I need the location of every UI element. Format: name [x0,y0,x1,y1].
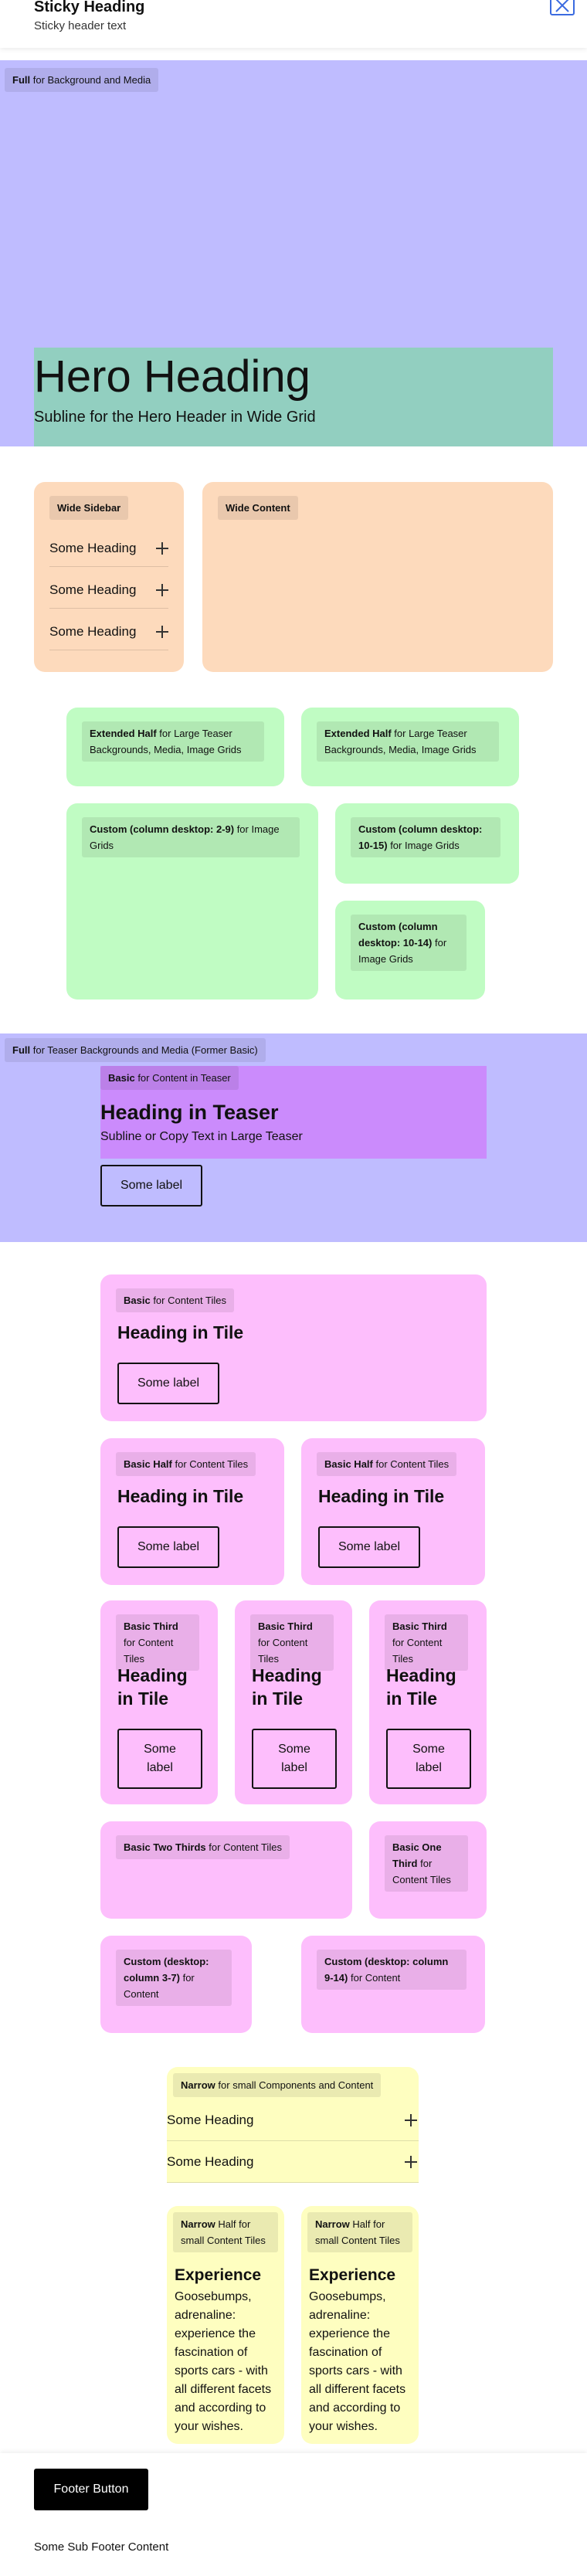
basic-two-thirds-tile: Basic Two Thirds for Content Tiles [100,1821,352,1919]
tile-button[interactable]: Some label [318,1526,420,1568]
teaser-subline: Subline or Copy Text in Large Teaser [100,1130,303,1143]
tile-heading: Heading in Tile [386,1665,456,1709]
tile-heading: Heading in Tile [117,1486,244,1506]
tile-button[interactable]: Some label [117,1363,219,1404]
basic-third-tag: Basic Third for Content Tiles [385,1614,468,1671]
plus-icon [405,2155,417,2168]
close-button[interactable] [550,0,575,15]
narrow-half-tag: Narrow Half for small Content Tiles [307,2212,412,2252]
wide-content: Wide Content [202,482,553,672]
custom-column-10-14: Custom (column desktop: 10-14) for Image… [335,901,485,1000]
custom-10-14-tag: Custom (column desktop: 10-14) for Image… [351,915,467,971]
hero-text-block: Hero Heading Subline for the Hero Header… [34,348,553,446]
basic-third-tile: Basic Third for Content Tiles Heading in… [100,1600,218,1804]
basic-tile-tag: Basic for Content Tiles [116,1288,234,1312]
sidebar-accordion-item[interactable]: Some Heading [49,530,168,567]
basic-third-tile: Basic Third for Content Tiles Heading in… [235,1600,352,1804]
sidebar-accordion-item[interactable]: Some Heading [49,572,168,609]
tile-button[interactable]: Some label [117,1729,202,1789]
wide-sidebar: Wide Sidebar Some Heading Some Heading S… [34,482,184,672]
basic-teaser-tag: Basic for Content in Teaser [100,1066,239,1090]
extended-half-left: Extended Half for Large Teaser Backgroun… [66,708,284,786]
experience-text: Goosebumps, adrenaline: experience the f… [175,2290,272,2433]
tile-button[interactable]: Some label [117,1526,219,1568]
teaser-full-tag: Full for Teaser Backgrounds and Media (F… [5,1038,266,1062]
tile-button[interactable]: Some label [252,1729,337,1789]
teaser-section: Full for Teaser Backgrounds and Media (F… [0,1033,587,1242]
custom-2-9-tag: Custom (column desktop: 2-9) for Image G… [82,817,300,857]
experience-heading: Experience [175,2266,262,2284]
narrow-accordion-item[interactable]: Some Heading [167,2099,419,2141]
header-subtitle: Sticky header text [34,19,127,32]
accordion-heading: Some Heading [49,582,137,597]
hero-section: Full for Background and Media Hero Headi… [0,60,587,446]
teaser-button[interactable]: Some label [100,1165,202,1207]
basic-half-tag: Basic Half for Content Tiles [317,1452,457,1476]
accordion-heading: Some Heading [167,2112,254,2127]
basic-half-tile-right: Basic Half for Content Tiles Heading in … [301,1438,485,1585]
tile-heading: Heading in Tile [117,1322,244,1342]
custom-10-15-tag: Custom (column desktop: 10-15) for Image… [351,817,500,857]
basic-half-tile-left: Basic Half for Content Tiles Heading in … [100,1438,284,1585]
basic-two-thirds-tag: Basic Two Thirds for Content Tiles [116,1835,290,1859]
plus-icon [156,583,168,596]
accordion-heading: Some Heading [49,540,137,555]
footer-button[interactable]: Footer Button [34,2469,148,2510]
wide-content-tag: Wide Content [218,496,298,520]
plus-icon [405,2113,417,2126]
wide-sidebar-tag: Wide Sidebar [49,496,129,520]
custom-column-10-15: Custom (column desktop: 10-15) for Image… [335,803,519,884]
basic-third-tile: Basic Third for Content Tiles Heading in… [369,1600,487,1804]
custom-column-2-9: Custom (column desktop: 2-9) for Image G… [66,803,318,1000]
narrow-accordion-item[interactable]: Some Heading [167,2141,419,2183]
custom-column-9-14-tile: Custom (desktop: column 9-14) for Conten… [301,1936,485,2033]
sub-footer-content: Some Sub Footer Content [34,2540,169,2554]
custom-9-14-tag: Custom (desktop: column 9-14) for Conten… [317,1950,467,1990]
tile-heading: Heading in Tile [252,1665,322,1709]
sticky-header: Sticky Heading Sticky header text [0,0,587,48]
tile-button[interactable]: Some label [386,1729,471,1789]
hero-grid-tag: Full for Background and Media [5,68,159,92]
plus-icon [156,541,168,555]
basic-tile: Basic for Content Tiles Heading in Tile … [100,1274,487,1421]
accordion-heading: Some Heading [167,2153,254,2169]
accordion-heading: Some Heading [49,623,137,639]
basic-one-third-tag: Basic One Third for Content Tiles [385,1835,468,1892]
tile-heading: Heading in Tile [318,1486,445,1506]
basic-half-tag: Basic Half for Content Tiles [116,1452,256,1476]
narrow-half-tile-left: Narrow Half for small Content Tiles Expe… [167,2206,284,2444]
header-title: Sticky Heading [34,0,145,15]
extended-half-right: Extended Half for Large Teaser Backgroun… [301,708,519,786]
narrow-half-tile-right: Narrow Half for small Content Tiles Expe… [301,2206,419,2444]
narrow-half-tag: Narrow Half for small Content Tiles [173,2212,278,2252]
narrow-tag: Narrow for small Components and Content [173,2073,382,2097]
sidebar-accordion-item[interactable]: Some Heading [49,613,168,650]
close-icon [555,0,569,12]
basic-third-tag: Basic Third for Content Tiles [250,1614,334,1671]
basic-third-tag: Basic Third for Content Tiles [116,1614,199,1671]
experience-text: Goosebumps, adrenaline: experience the f… [309,2290,406,2433]
hero-heading: Hero Heading [34,351,310,402]
custom-3-7-tag: Custom (desktop: column 3-7) for Content [116,1950,232,2006]
extended-half-tag: Extended Half for Large Teaser Backgroun… [317,721,499,762]
tile-heading: Heading in Tile [117,1665,188,1709]
teaser-heading: Heading in Teaser [100,1101,279,1124]
footer: Footer Button Some Sub Footer Content [0,2453,587,2576]
hero-subline: Subline for the Hero Header in Wide Grid [34,409,316,426]
custom-column-3-7-tile: Custom (desktop: column 3-7) for Content [100,1936,252,2033]
experience-heading: Experience [309,2266,396,2284]
basic-one-third-tile: Basic One Third for Content Tiles [369,1821,487,1919]
plus-icon [156,625,168,638]
narrow-section: Narrow for small Components and Content … [167,2067,419,2183]
extended-half-tag: Extended Half for Large Teaser Backgroun… [82,721,264,762]
